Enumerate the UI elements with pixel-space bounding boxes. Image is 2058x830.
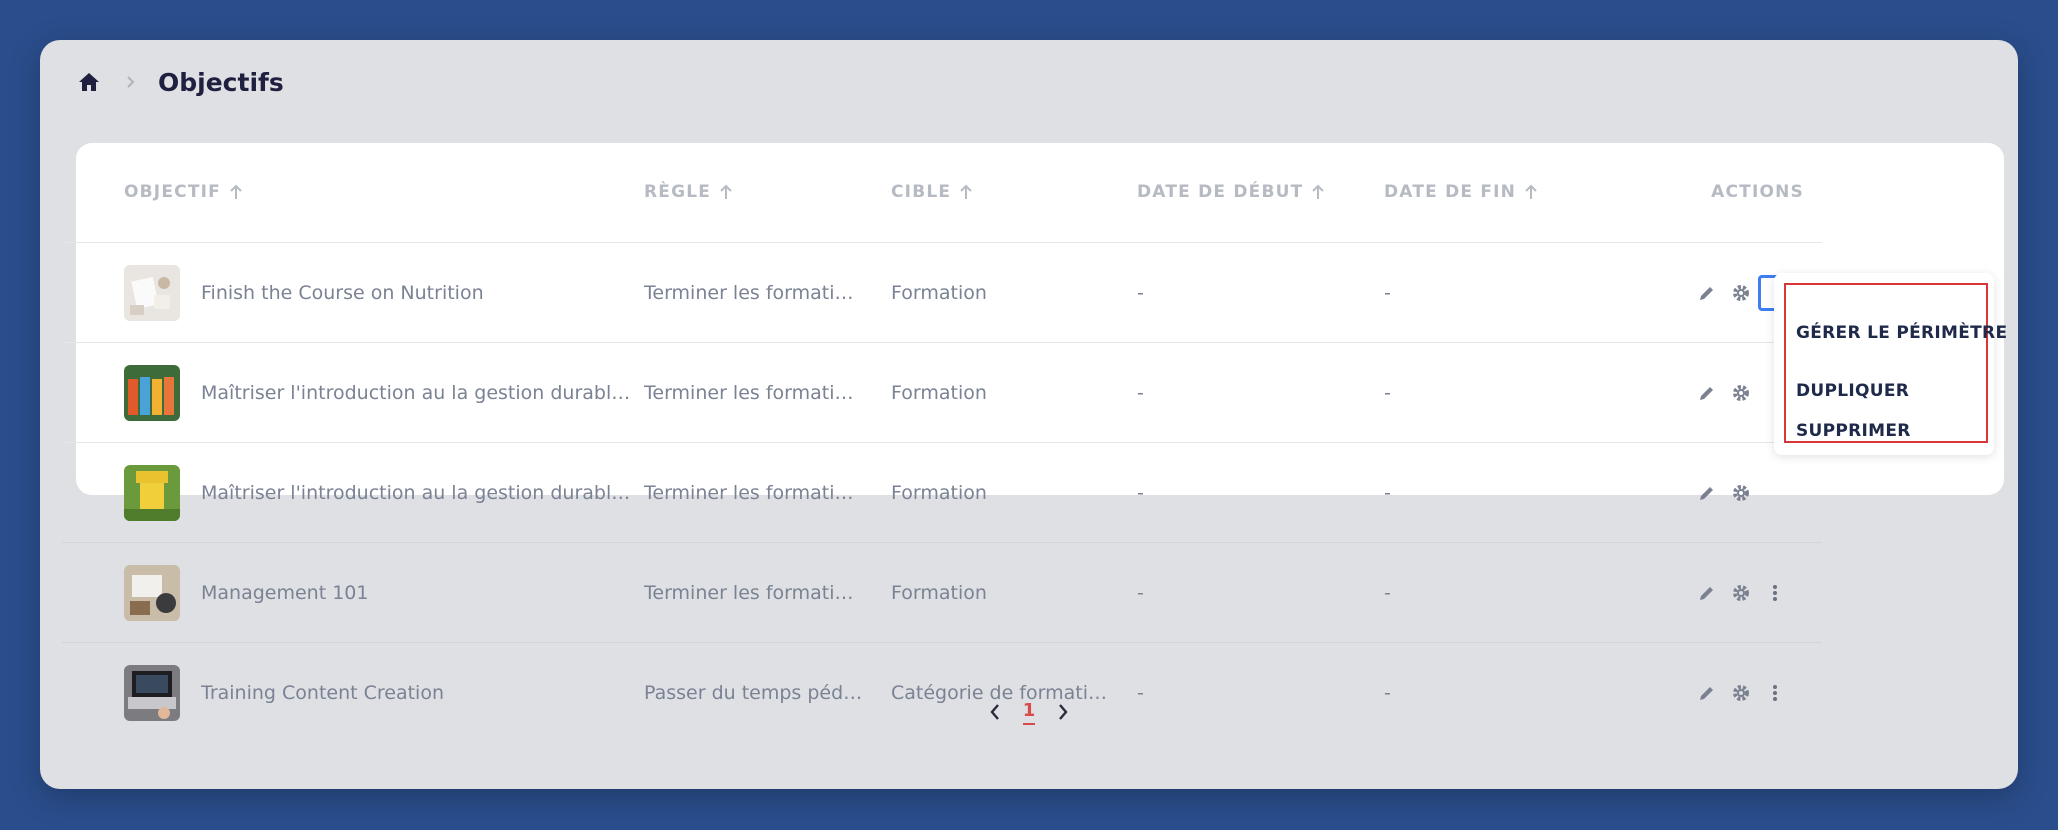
course-thumbnail: [124, 464, 180, 521]
row-actions: [1690, 476, 1758, 510]
row-actions: [1690, 576, 1792, 610]
table-row[interactable]: Management 101 Terminer les formations F…: [62, 542, 1822, 642]
end-date-cell: -: [1384, 581, 1391, 604]
pencil-icon[interactable]: [1690, 476, 1724, 510]
table-row[interactable]: Maîtriser l'introduction au la gestion d…: [62, 442, 1822, 542]
gear-icon[interactable]: [1724, 276, 1758, 310]
more-vertical-icon[interactable]: [1758, 576, 1792, 610]
gear-icon[interactable]: [1724, 376, 1758, 410]
row-actions-dropdown: GÉRER LE PÉRIMÈTRE DUPLIQUER SUPPRIMER: [1774, 273, 2007, 455]
course-thumbnail: [124, 564, 180, 621]
column-header-rule[interactable]: RÈGLE: [644, 182, 735, 202]
arrow-up-icon: [229, 183, 245, 201]
menu-item-manage-scope[interactable]: GÉRER LE PÉRIMÈTRE: [1796, 323, 2007, 343]
page-title: Objectifs: [158, 67, 284, 97]
start-date-cell: -: [1137, 581, 1144, 604]
rule-cell: Terminer les formations: [644, 481, 864, 504]
column-header-end-date[interactable]: DATE DE FIN: [1384, 182, 1540, 202]
column-header-start-date[interactable]: DATE DE DÉBUT: [1137, 182, 1327, 202]
column-header-target[interactable]: CIBLE: [891, 182, 975, 202]
arrow-up-icon: [719, 183, 735, 201]
objective-name[interactable]: Finish the Course on Nutrition: [201, 282, 641, 304]
home-icon[interactable]: [76, 69, 102, 95]
arrow-up-icon: [1524, 183, 1540, 201]
pencil-icon[interactable]: [1690, 576, 1724, 610]
chevron-left-icon[interactable]: [981, 698, 1009, 726]
end-date-cell: -: [1384, 481, 1391, 504]
breadcrumb: Objectifs: [76, 62, 284, 102]
target-cell: Formation: [891, 481, 987, 504]
end-date-cell: -: [1384, 381, 1391, 404]
objectives-table: OBJECTIF RÈGLE CIBLE DATE DE DÉBUT DATE …: [62, 142, 1822, 721]
pencil-icon[interactable]: [1690, 276, 1724, 310]
table-header: OBJECTIF RÈGLE CIBLE DATE DE DÉBUT DATE …: [62, 142, 1822, 242]
start-date-cell: -: [1137, 381, 1144, 404]
gear-icon[interactable]: [1724, 476, 1758, 510]
target-cell: Formation: [891, 281, 987, 304]
pencil-icon[interactable]: [1690, 376, 1724, 410]
course-thumbnail: [124, 264, 180, 321]
pagination: 1: [40, 692, 2018, 732]
chevron-right-icon[interactable]: [1049, 698, 1077, 726]
objective-name[interactable]: Management 101: [201, 582, 641, 604]
column-header-objective[interactable]: OBJECTIF: [124, 182, 245, 202]
row-actions: [1690, 376, 1758, 410]
arrow-up-icon: [1311, 183, 1327, 201]
page-number-current[interactable]: 1: [1022, 700, 1036, 725]
table-row[interactable]: Finish the Course on Nutrition Terminer …: [62, 242, 1822, 342]
arrow-up-icon: [959, 183, 975, 201]
target-cell: Formation: [891, 381, 987, 404]
start-date-cell: -: [1137, 481, 1144, 504]
start-date-cell: -: [1137, 281, 1144, 304]
gear-icon[interactable]: [1724, 576, 1758, 610]
column-header-actions: ACTIONS: [1711, 182, 1804, 202]
objective-name[interactable]: Maîtriser l'introduction au la gestion d…: [201, 482, 641, 504]
menu-item-duplicate[interactable]: DUPLIQUER: [1796, 381, 1909, 401]
objectives-window: Objectifs OBJECTIF RÈGLE CIBLE DATE DE D…: [40, 40, 2018, 789]
menu-item-delete[interactable]: SUPPRIMER: [1796, 421, 1911, 441]
objective-name[interactable]: Maîtriser l'introduction au la gestion d…: [201, 382, 641, 404]
course-thumbnail: [124, 364, 180, 421]
table-row[interactable]: Maîtriser l'introduction au la gestion d…: [62, 342, 1822, 442]
rule-cell: Terminer les formations: [644, 281, 864, 304]
dropdown-highlight-box: [1784, 283, 1988, 443]
rule-cell: Terminer les formations: [644, 381, 864, 404]
chevron-right-icon: [122, 73, 140, 91]
target-cell: Formation: [891, 581, 987, 604]
rule-cell: Terminer les formations: [644, 581, 864, 604]
end-date-cell: -: [1384, 281, 1391, 304]
